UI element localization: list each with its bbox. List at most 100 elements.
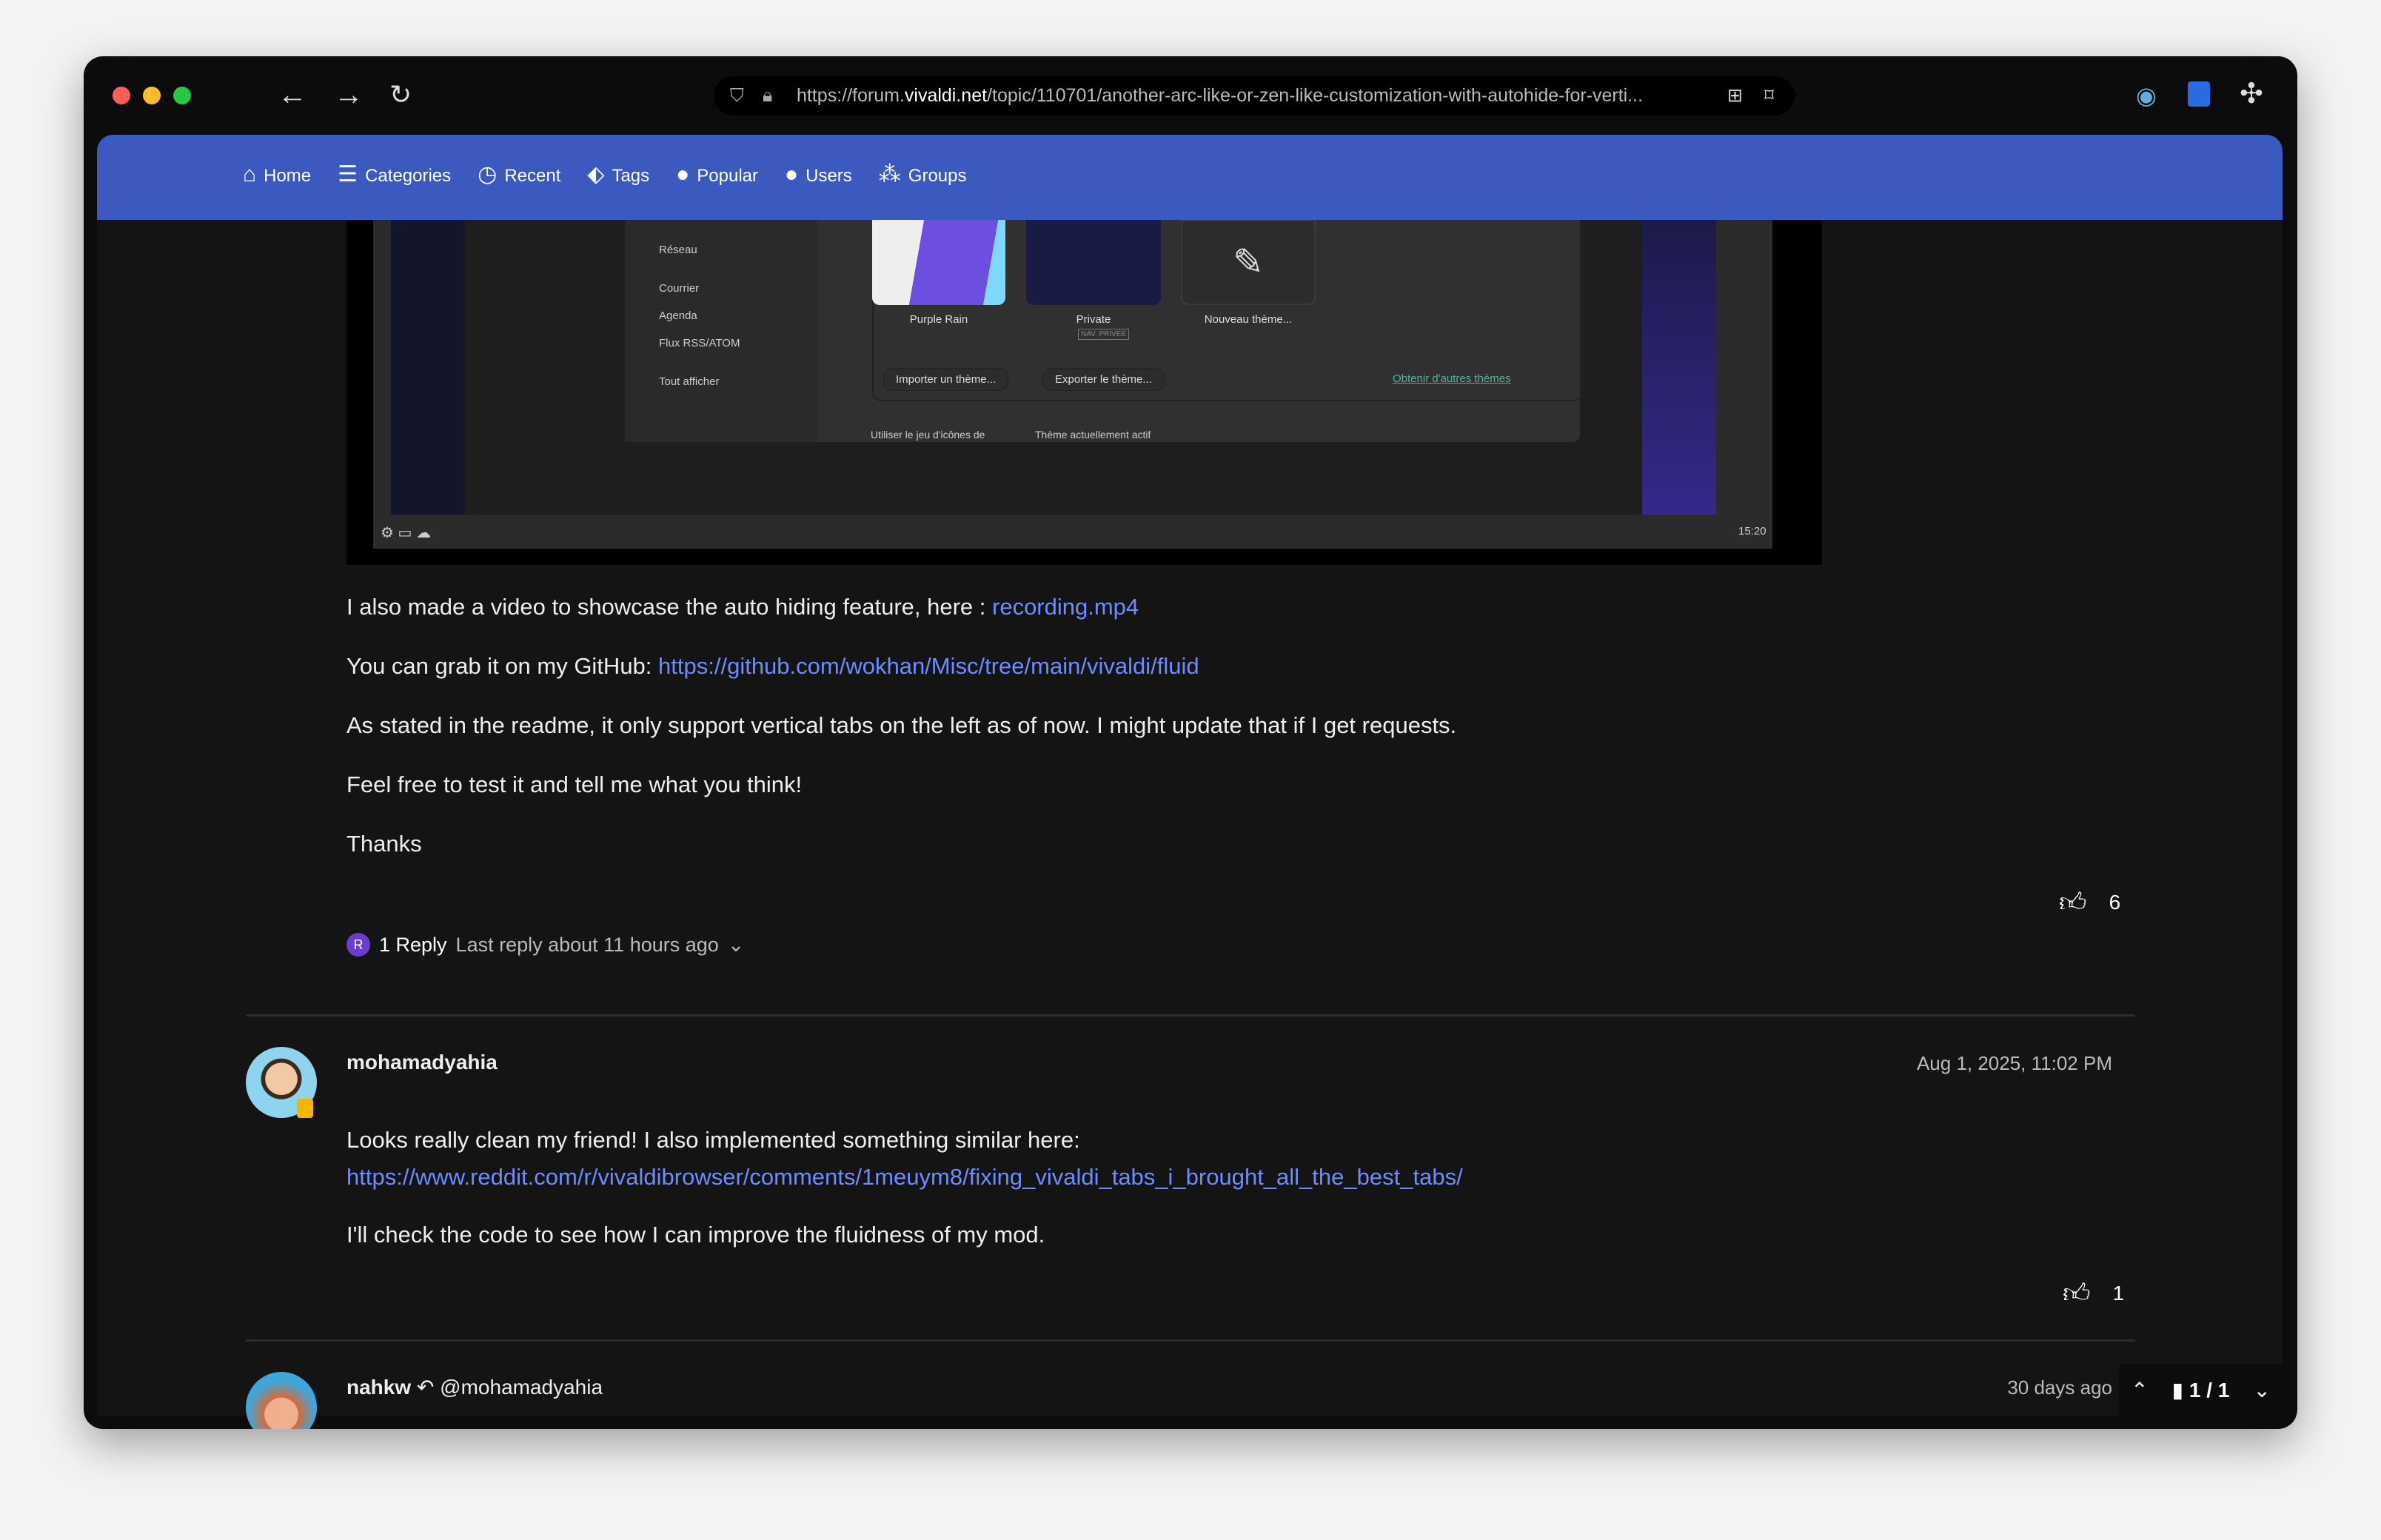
page-count: 1 / 1 <box>2189 1378 2230 1402</box>
icon-set-checkbox[interactable]: Utiliser le jeu d'icônes de <box>871 429 985 442</box>
nav-label: Recent <box>504 166 561 186</box>
video-link[interactable]: recording.mp4 <box>992 594 1139 620</box>
post-author[interactable]: nahkw <box>346 1376 411 1399</box>
shield-icon: ⛉ <box>730 85 744 106</box>
reddit-link[interactable]: https://www.reddit.com/r/vivaldibrowser/… <box>346 1164 1463 1190</box>
nav-recent[interactable]: ◷ Recent <box>478 161 560 187</box>
nav-label: Groups <box>908 166 967 186</box>
clock: 15:20 <box>1738 525 1767 538</box>
nav-label: Tags <box>612 166 650 186</box>
extensions-puzzle-icon[interactable]: ✣ <box>2240 77 2263 110</box>
vote-count: 6 <box>2109 891 2121 914</box>
forward-icon[interactable]: → <box>334 74 364 116</box>
theme-label: Private <box>1076 313 1111 326</box>
theme-purple-rain[interactable] <box>872 220 1005 305</box>
pagination-widget: ⌃ ▮ 1 / 1 ⌄ <box>2119 1364 2283 1416</box>
fire-icon: ● <box>676 161 690 187</box>
shield-extension-icon[interactable] <box>2188 81 2210 107</box>
reply-count: 1 Reply <box>379 933 447 956</box>
users-icon: ⁂ <box>878 162 901 187</box>
sidebar-item: Agenda <box>659 309 697 322</box>
url-domain: vivaldi.net <box>904 85 988 106</box>
maximize-window-button[interactable] <box>173 87 191 104</box>
nav-label: Home <box>264 165 312 186</box>
nav-groups[interactable]: ⁂ Groups <box>879 161 967 187</box>
close-window-button[interactable] <box>113 87 130 104</box>
post-divider <box>246 1014 2135 1017</box>
home-icon: ⌂ <box>243 161 257 187</box>
theme-private[interactable] <box>1026 220 1161 305</box>
post-text: You can grab it on my GitHub: https://gi… <box>346 653 1199 680</box>
reply-avatar: R <box>346 933 370 957</box>
nav-popular[interactable]: ● Popular <box>676 162 758 187</box>
minimize-window-button[interactable] <box>143 87 161 104</box>
post-divider <box>246 1339 2135 1342</box>
theme-label: Purple Rain <box>909 313 968 326</box>
nav-label: Users <box>806 165 852 186</box>
new-theme-icon[interactable]: ✎ <box>1181 220 1316 305</box>
post-date[interactable]: Aug 1, 2025, 11:02 PM <box>1917 1052 2112 1075</box>
extension-icon[interactable]: ◉ <box>2136 81 2157 110</box>
last-page-icon[interactable]: ⌄ <box>2253 1378 2270 1402</box>
topic-content: Réseau Courrier Agenda Flux RSS/ATOM Tou… <box>97 220 2283 1429</box>
first-page-icon[interactable]: ⌃ <box>2131 1378 2148 1402</box>
list-icon: ☰ <box>338 162 358 187</box>
forum-nav: ⌂ Home ☰ Categories ◷ Recent ⬖ Tags ● Popular… <box>243 161 967 187</box>
nav-home[interactable]: ⌂ Home <box>243 162 311 187</box>
rss-icon[interactable]: ⊞ <box>1727 76 1743 116</box>
sidebar-item: Flux RSS/ATOM <box>659 337 740 349</box>
nav-categories[interactable]: ☰ Categories <box>338 161 451 187</box>
lock-icon: 🔒︎ <box>763 85 773 106</box>
user-icon: ● <box>785 161 799 187</box>
upvote-button[interactable]: 👍︎ 6 <box>2059 886 2120 919</box>
post-text: Looks really clean my friend! I also imp… <box>346 1127 1080 1153</box>
more-themes-link[interactable]: Obtenir d'autres thèmes <box>1393 372 1511 385</box>
nav-label: Popular <box>697 165 758 186</box>
post-text: Thanks <box>346 831 422 857</box>
back-icon[interactable]: ← <box>278 74 307 116</box>
vote-count: 1 <box>2112 1282 2125 1305</box>
text: I also made a video to showcase the auto… <box>346 594 992 620</box>
post-text: I also made a video to showcase the auto… <box>346 594 1139 620</box>
import-theme-button[interactable]: Importer un thème... <box>883 368 1009 391</box>
thumbs-up-icon: 👍︎ <box>2063 1278 2091 1308</box>
reply-arrow-icon: ↶ <box>416 1376 435 1399</box>
sidebar-item: Courrier <box>659 282 700 295</box>
post-screenshot-image[interactable]: Réseau Courrier Agenda Flux RSS/ATOM Tou… <box>346 220 1822 565</box>
pagination-label[interactable]: ▮ 1 / 1 <box>2172 1378 2230 1402</box>
clock-icon: ◷ <box>478 162 498 187</box>
address-bar[interactable]: ⛉ 🔒︎ https://forum.vivaldi.net/topic/110… <box>714 76 1795 116</box>
reload-icon[interactable]: ↻ <box>389 74 412 116</box>
replies-toggle[interactable]: R 1 Reply Last reply about 11 hours ago … <box>346 933 744 957</box>
post-date[interactable]: 30 days ago <box>2007 1376 2112 1399</box>
text: You can grab it on my GitHub: <box>346 653 659 679</box>
reply-to-link[interactable]: @mohamadyahia <box>440 1376 603 1399</box>
forum-header: ⌂ Home ☰ Categories ◷ Recent ⬖ Tags ● Popular… <box>97 135 2283 220</box>
export-theme-button[interactable]: Exporter le thème... <box>1042 368 1165 391</box>
url-path: /topic/110701/another-arc-like-or-zen-li… <box>987 85 1644 106</box>
browser-window: ← → ↻ ⛉ 🔒︎ https://forum.vivaldi.net/top… <box>84 56 2297 1429</box>
settings-sidebar: Réseau Courrier Agenda Flux RSS/ATOM Tou… <box>625 220 817 442</box>
theme-label: Nouveau thème... <box>1204 313 1293 326</box>
github-link[interactable]: https://github.com/wokhan/Misc/tree/main… <box>658 653 1199 679</box>
nav-tags[interactable]: ⬖ Tags <box>587 161 649 187</box>
chevron-down-icon: ⌄ <box>727 933 745 956</box>
post-text: I'll check the code to see how I can imp… <box>346 1222 1045 1248</box>
bookmark-icon[interactable]: ⌑ <box>1764 76 1774 116</box>
status-bar-icons: ⚙ ▭ ☁ <box>381 525 431 541</box>
nav-label: Categories <box>365 166 452 186</box>
tag-icon: ⬖ <box>587 162 605 187</box>
sidebar-item: Tout afficher <box>659 375 720 388</box>
active-theme-select[interactable]: Thème actuellement actif <box>1035 429 1151 442</box>
post-text: As stated in the readme, it only support… <box>346 712 1457 738</box>
nav-users[interactable]: ● Users <box>785 162 852 187</box>
post-text: Feel free to test it and tell me what yo… <box>346 771 803 797</box>
private-badge: NAV. PRIVÉE <box>1078 329 1130 340</box>
thumbs-up-icon: 👍︎ <box>2059 887 2087 917</box>
badge-icon <box>297 1099 313 1118</box>
last-reply: Last reply about 11 hours ago <box>455 933 719 956</box>
post-author[interactable]: mohamadyahia <box>346 1051 498 1074</box>
upvote-button[interactable]: 👍︎ 1 <box>2063 1277 2124 1310</box>
avatar[interactable] <box>246 1372 317 1429</box>
url-prefix: https://forum. <box>797 85 905 106</box>
